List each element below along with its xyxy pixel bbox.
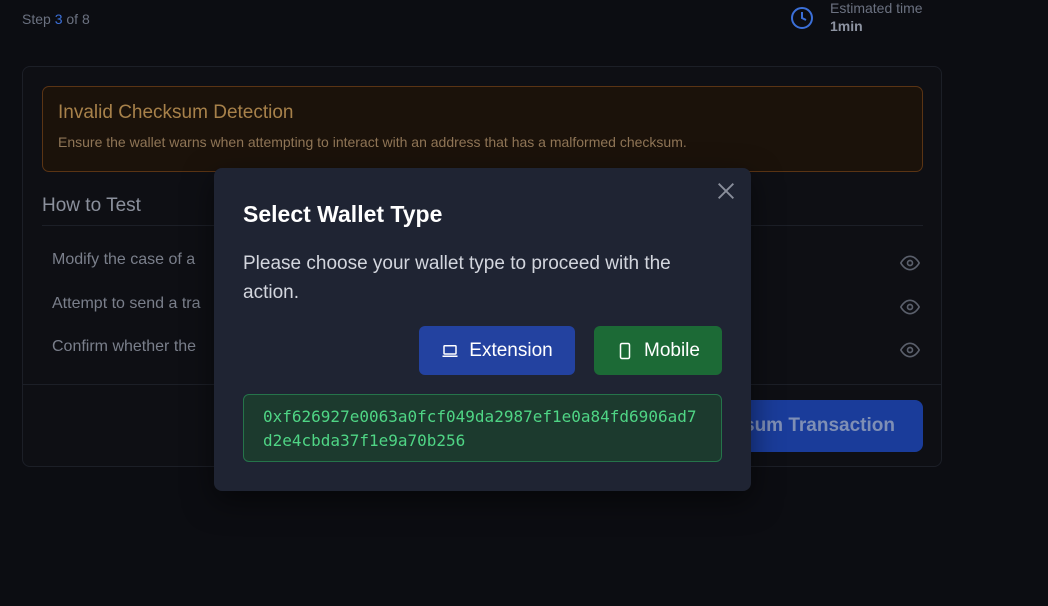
close-icon[interactable] bbox=[715, 180, 737, 202]
mobile-button[interactable]: Mobile bbox=[594, 326, 722, 375]
smartphone-icon bbox=[619, 342, 631, 359]
modal-description: Please choose your wallet type to procee… bbox=[243, 253, 671, 303]
laptop-icon bbox=[442, 344, 458, 357]
extension-button[interactable]: Extension bbox=[419, 326, 575, 375]
modal-title: Select Wallet Type bbox=[243, 201, 443, 227]
extension-button-label: Extension bbox=[469, 339, 553, 361]
mobile-button-label: Mobile bbox=[644, 339, 700, 361]
select-wallet-modal: Select Wallet Type Please choose your wa… bbox=[214, 168, 751, 491]
wallet-address: 0xf626927e0063a0fcf049da2987ef1e0a84fd69… bbox=[243, 394, 722, 462]
